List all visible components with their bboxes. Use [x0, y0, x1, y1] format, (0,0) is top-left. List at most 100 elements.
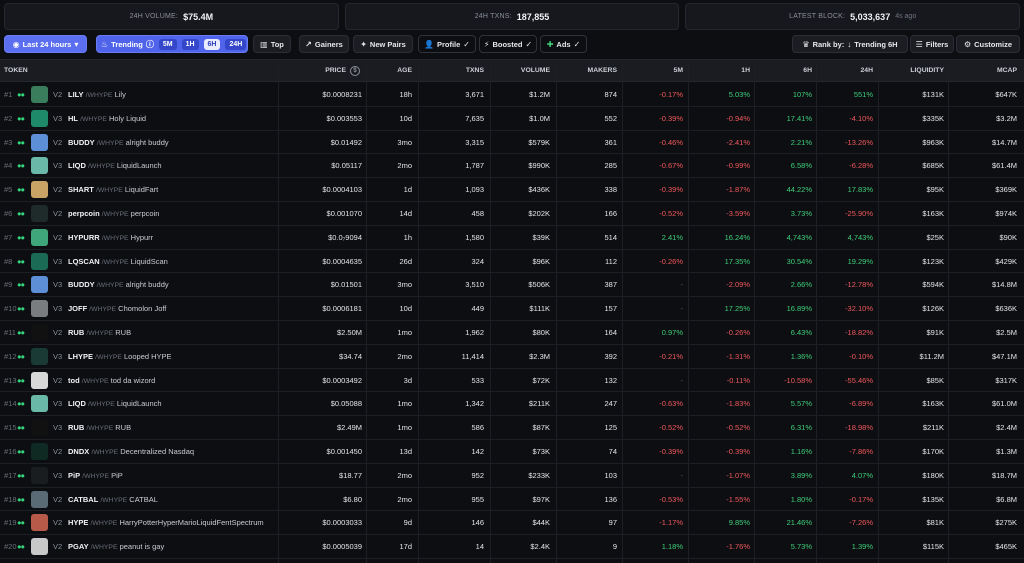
boost-icon: ●●: [17, 256, 25, 266]
price: $0.0006181: [322, 304, 362, 314]
version-badge: V2: [53, 542, 63, 552]
liquidity: $180K: [922, 470, 944, 480]
table-row[interactable]: #8 ●● V3 LQSCAN /WHYPE LiquidScan $0.0004635…: [0, 250, 1024, 274]
version-badge: V2: [53, 494, 63, 504]
change-24h: -12.78%: [845, 280, 873, 290]
change-1h: -1.31%: [726, 351, 750, 361]
megaphone-icon: ✚: [546, 39, 554, 49]
header-6h[interactable]: 6H: [755, 67, 812, 74]
quote-token: /WHYPE: [90, 544, 118, 552]
makers: 387: [604, 280, 617, 290]
header-volume[interactable]: VOLUME: [495, 67, 550, 74]
txns: 1,342: [465, 399, 484, 409]
token-label: JOFF /WHYPE Chomolon Joff: [68, 304, 166, 313]
quote-token: /WHYPE: [88, 163, 115, 171]
segment-5m[interactable]: 5M: [158, 38, 177, 50]
boosted-filter-button[interactable]: ⚡ Boosted ✓: [479, 35, 537, 53]
table-row[interactable]: #1 ●● V2 LILY /WHYPE Lily $0.0008231 18h 3,671…: [0, 83, 1024, 107]
header-makers[interactable]: MAKERS: [560, 67, 617, 74]
customize-button[interactable]: ⚙ Customize: [956, 35, 1020, 53]
price: $0.0008231: [322, 90, 362, 99]
gainers-button[interactable]: ↗ Gainers: [299, 35, 349, 53]
rank-by-button[interactable]: ♛ Rank by: ↓ Trending 6H: [792, 35, 908, 53]
version-badge: V3: [53, 280, 63, 290]
currency-toggle-icon[interactable]: $: [350, 66, 360, 76]
volume: $1.0M: [529, 113, 550, 123]
quote-token: /WHYPE: [85, 92, 113, 99]
header-24h[interactable]: 24H: [818, 67, 873, 74]
makers: 285: [604, 161, 617, 171]
header-liquidity[interactable]: LIQUIDITY: [880, 67, 944, 74]
header-mcap[interactable]: MCAP: [950, 67, 1017, 74]
table-row[interactable]: #17 ●● V3 PiP /WHYPE PiP $18.77 2mo 952 $233K 10…: [0, 464, 1024, 488]
boost-icon: ●●: [17, 470, 25, 480]
volume: $72K: [532, 375, 550, 385]
time-filter-button[interactable]: ◉ Last 24 hours ▾: [4, 35, 87, 53]
txns: 11,414: [461, 351, 484, 361]
change-24h: 4,743%: [847, 232, 873, 242]
segment-24h[interactable]: 24H: [225, 38, 247, 50]
table-row[interactable]: #10 ●● V3 JOFF /WHYPE Chomolon Joff $0.00061…: [0, 297, 1024, 321]
change-1h: 16.24%: [724, 232, 750, 242]
change-24h: -18.98%: [845, 423, 873, 433]
header-age[interactable]: AGE: [370, 67, 412, 74]
segment-6h[interactable]: 6H: [203, 38, 221, 50]
header-token[interactable]: TOKEN: [4, 67, 28, 74]
table-row[interactable]: #16 ●● V2 DNDX /WHYPE Decentralized Nasdaq $…: [0, 440, 1024, 464]
change-5m: -: [680, 375, 684, 385]
market-cap: $14.8M: [991, 280, 1017, 290]
token-name: LiquidLaunch: [116, 399, 162, 409]
change-24h: -6.89%: [849, 399, 873, 409]
rank: #19: [4, 518, 17, 528]
price: $2.50M: [336, 327, 362, 337]
check-icon: ✓: [525, 39, 533, 49]
filters-button[interactable]: ☰ Filters: [910, 35, 954, 53]
table-row[interactable]: #4 ●● V3 LIQD /WHYPE LiquidLaunch $0.05117 2m…: [0, 154, 1024, 179]
token-name: Decentralized Nasdaq: [120, 446, 195, 456]
boost-icon: ●●: [17, 518, 25, 528]
header-txns[interactable]: TXNS: [430, 67, 484, 74]
table-row[interactable]: #2 ●● V3 HL /WHYPE Holy Liquid $0.003553 10d 7…: [0, 107, 1024, 131]
volume: $233K: [528, 470, 550, 480]
header-price[interactable]: PRICE: [300, 67, 346, 74]
token-symbol: LQSCAN: [68, 256, 100, 266]
table-row[interactable]: #5 ●● V2 SHART /WHYPE LiquidFart $0.0004103 1…: [0, 178, 1024, 202]
volume: $1.2M: [529, 90, 550, 99]
table-row[interactable]: #7 ●● V2 HYPURR /WHYPE Hypurr $0.0₇9094 1h 1,5…: [0, 226, 1024, 250]
table-row[interactable]: #11 ●● V2 RUB /WHYPE RUB $2.50M 1mo 1,962 $80K 1…: [0, 321, 1024, 345]
stat-extra: 4s ago: [895, 13, 917, 20]
table-row[interactable]: #14 ●● V3 LIQD /WHYPE LiquidLaunch $0.05088 1…: [0, 392, 1024, 417]
header-5m[interactable]: 5M: [625, 67, 683, 74]
profile-filter-button[interactable]: 👤 Profile ✓: [418, 35, 476, 53]
ads-filter-button[interactable]: ✚ Ads ✓: [540, 35, 587, 53]
boost-icon: ●●: [17, 90, 25, 99]
market-cap: $2.4M: [996, 423, 1017, 433]
token-avatar: [31, 347, 48, 365]
new-pairs-button[interactable]: ✦ New Pairs: [353, 35, 413, 53]
table-row[interactable]: #20 ●● V2 PGAY /WHYPE peanut is gay $0.00050…: [0, 535, 1024, 559]
change-24h: -18.82%: [845, 327, 873, 337]
table-row[interactable]: #13 ●● V2 tod /WHYPE tod da wizord $0.000349…: [0, 369, 1024, 393]
change-1h: -3.59%: [726, 208, 750, 218]
table-row[interactable]: #6 ●● V2 perpcoin /WHYPE perpcoin $0.001070 1…: [0, 202, 1024, 226]
trending-button[interactable]: ♨ Trending ⓘ 5M 1H 6H 24H: [96, 35, 248, 53]
table-row[interactable]: #18 ●● V2 CATBAL /WHYPE CATBAL $6.80 2mo 955 $9…: [0, 488, 1024, 512]
table-row[interactable]: #12 ●● V3 LHYPE /WHYPE Looped HYPE $34.74 2mo…: [0, 345, 1024, 369]
makers: 338: [604, 185, 617, 195]
table-row[interactable]: #15 ●● V3 RUB /WHYPE RUB $2.49M 1mo 586 $87K 125…: [0, 416, 1024, 440]
token-avatar: [31, 181, 48, 199]
change-6h: 30.54%: [786, 256, 812, 266]
change-24h: -0.17%: [849, 494, 873, 504]
price: $0.001070: [326, 208, 362, 218]
change-6h: 3.89%: [790, 470, 812, 480]
top-button[interactable]: ▥ Top: [253, 35, 291, 53]
header-1h[interactable]: 1H: [690, 67, 750, 74]
table-row[interactable]: #19 ●● V2 HYPE /WHYPE HarryPotterHyperMario…: [0, 511, 1024, 536]
change-6h: -10.58%: [784, 375, 812, 385]
token-label: tod /WHYPE tod da wizord: [68, 376, 155, 385]
gainers-label: Gainers: [314, 39, 343, 49]
segment-1h[interactable]: 1H: [181, 38, 199, 50]
version-badge: V3: [53, 304, 63, 314]
table-row[interactable]: #3 ●● V2 BUDDY /WHYPE alright buddy $0.01492…: [0, 131, 1024, 155]
table-row[interactable]: #9 ●● V3 BUDDY /WHYPE alright buddy $0.01501…: [0, 273, 1024, 298]
